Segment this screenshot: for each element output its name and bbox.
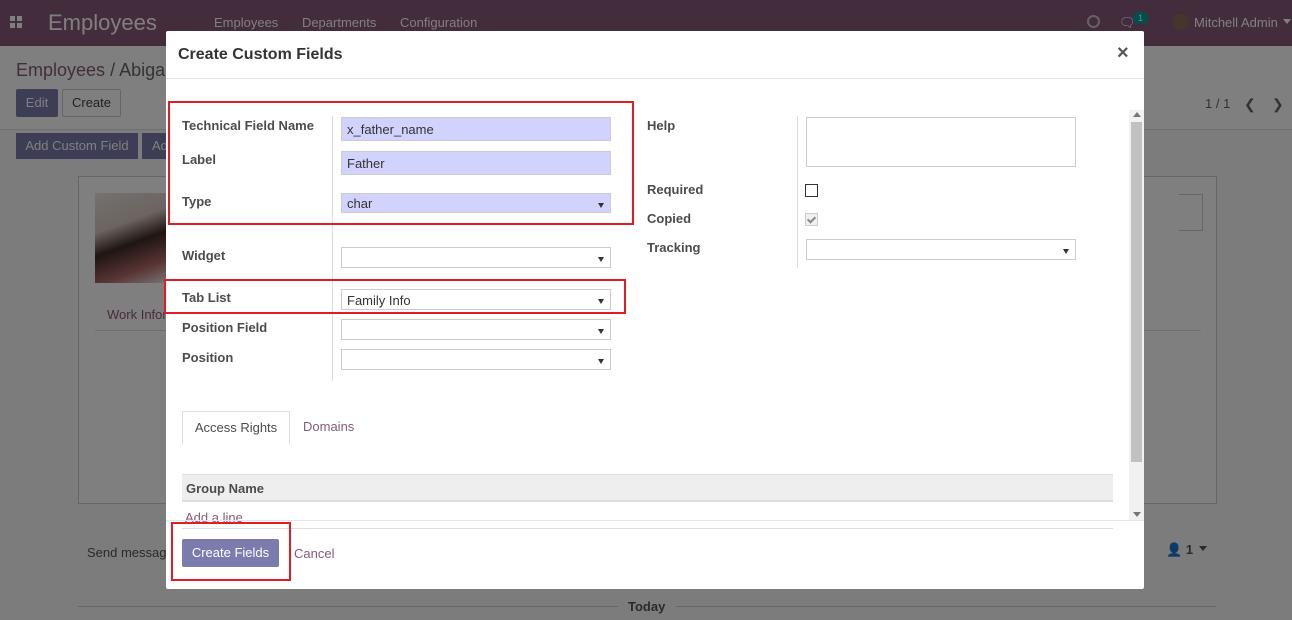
help-label: Help (647, 118, 676, 133)
create-custom-fields-dialog: Create Custom Fields × Technical Field N… (164, 31, 1144, 589)
required-label: Required (647, 182, 704, 197)
tab-access-rights[interactable]: Access Rights (182, 411, 290, 445)
scroll-up-icon[interactable] (1133, 112, 1141, 117)
position-field-select[interactable] (341, 319, 611, 340)
position-label: Position (182, 350, 234, 365)
column-group-name[interactable]: Group Name (186, 481, 264, 496)
access-rights-table-header: Group Name (182, 474, 1113, 502)
tracking-select[interactable] (806, 239, 1076, 260)
help-textarea[interactable] (806, 117, 1076, 167)
copied-label: Copied (647, 211, 692, 226)
copied-checkbox[interactable] (805, 213, 818, 226)
position-select[interactable] (341, 349, 611, 370)
modal-body: Technical Field Name x_father_name Label… (164, 80, 1144, 529)
cancel-button[interactable]: Cancel (294, 546, 334, 561)
tracking-label: Tracking (647, 240, 701, 255)
close-icon[interactable]: × (1117, 42, 1129, 65)
right-column-separator (797, 116, 798, 268)
widget-label: Widget (182, 248, 226, 263)
modal-header: Create Custom Fields × (166, 31, 1144, 79)
highlight-box-tab-list (164, 279, 626, 314)
required-checkbox[interactable] (805, 184, 818, 197)
modal-scrollbar[interactable] (1129, 110, 1144, 520)
scrollbar-thumb[interactable] (1131, 122, 1142, 462)
scroll-down-icon[interactable] (1133, 512, 1141, 517)
widget-select[interactable] (341, 247, 611, 268)
tab-domains[interactable]: Domains (303, 411, 354, 445)
highlight-box-field-definition (168, 101, 634, 225)
position-field-label: Position Field (182, 320, 268, 335)
modal-title: Create Custom Fields (178, 46, 343, 63)
modal-footer: Create Fields Cancel (166, 520, 1144, 589)
highlight-box-create-button (171, 522, 291, 581)
